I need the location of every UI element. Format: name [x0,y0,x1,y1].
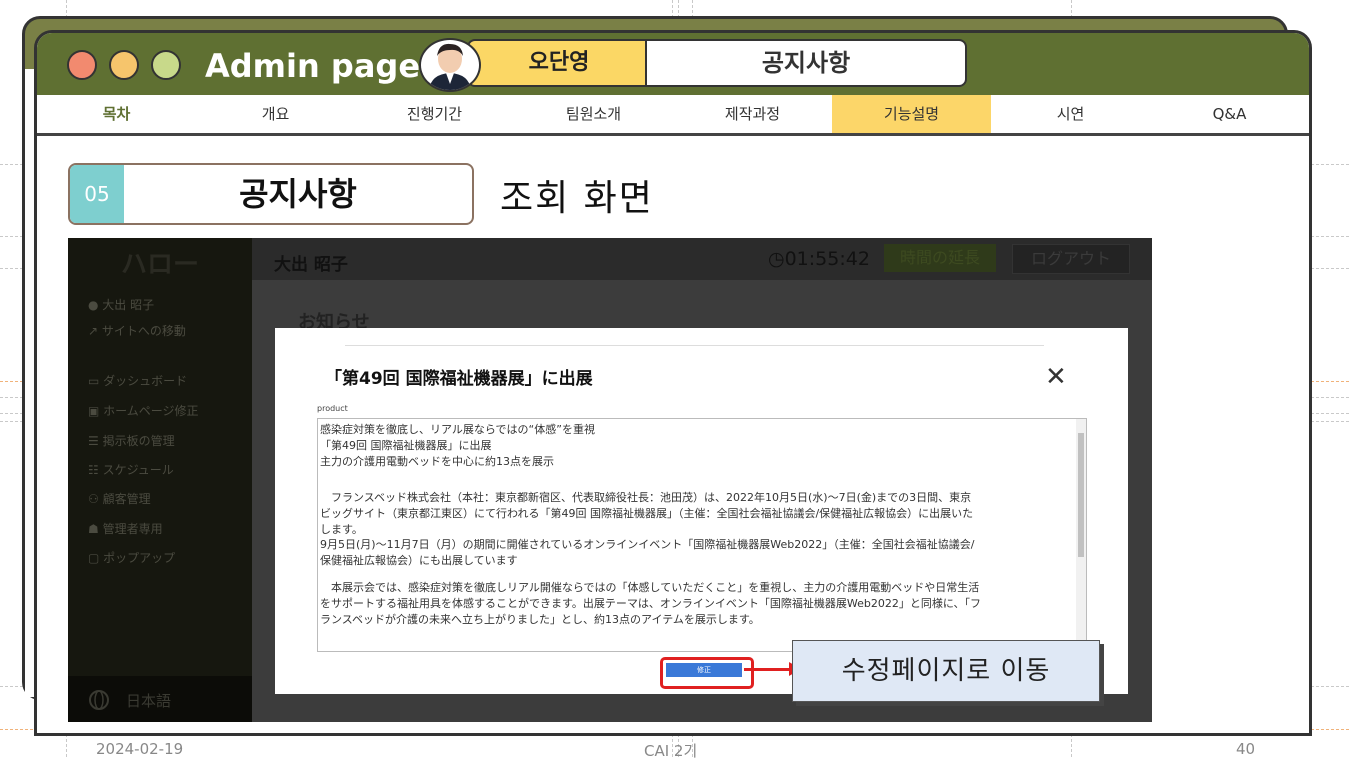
minimize-dot-icon[interactable] [109,50,139,80]
content-line: 「第49回 国際福祉機器展」に出展 [320,439,492,452]
sidebar-item-board[interactable]: ☰ 掲示板の管理 [88,432,175,449]
page-number: 40 [1236,740,1256,758]
sidebar-item-label: スケジュール [102,463,174,477]
content-line: 主力の介護用電動ベッドを中心に約13点を展示 [320,455,554,468]
sidebar-site-link[interactable]: ↗ サイトへの移動 [88,322,186,339]
sidebar-item-schedule[interactable]: ☷ スケジュール [88,461,174,478]
content-line: ビッグサイト（東京都江東区）にて行われる「第49回 国際福祉機器展」（主催：全国… [320,507,974,520]
section-header: 05 공지사항 [68,163,474,225]
presenter-name: 오단영 [467,39,651,87]
arrow-line [744,668,794,671]
nav-item-process[interactable]: 제작과정 [673,95,832,133]
nav-item-overview[interactable]: 개요 [196,95,355,133]
top-bar: 大出 昭子 ◷01:55:42 時間の延長 ログアウト [252,238,1152,280]
sidebar-item-customers[interactable]: ⚇ 顧客管理 [88,490,151,507]
extend-time-button[interactable]: 時間の延長 [884,244,996,272]
sidebar-item-label: ポップアップ [103,551,176,565]
session-timer: ◷01:55:42 [768,248,870,270]
content-line: をサポートする福祉用具を体感することができます。出展テーマは、オンラインイベント… [320,597,982,610]
sidebar-item-label: ダッシュボード [103,374,188,388]
nav-item-contents[interactable]: 목차 [37,95,196,133]
callout-box: 수정페이지로 이동 [792,640,1100,702]
content-line: 保健福祉広報協会）にも出展しています [320,554,518,567]
footer-title: CAI 2기 [644,742,698,760]
content-line: 9月5日(月)～11月7日（月）の期間に開催されているオンラインイベント「国際福… [320,538,975,551]
sidebar-user: ● 大出 昭子 [88,298,155,312]
content-line: します。 [320,523,363,536]
sidebar-item-homepage[interactable]: ▣ ホームページ修正 [88,402,199,419]
timer-value: 01:55:42 [784,248,870,270]
content-line: 本展示会では、感染症対策を徹底しリアル開催ならではの「体感していただくこと」を重… [320,581,980,594]
footer-date: 2024-02-19 [96,740,184,758]
topbar-user: 大出 昭子 [274,255,348,275]
sidebar-item-label: 管理者専用 [102,522,163,536]
sidebar-item-admin[interactable]: ☗ 管理者専用 [88,520,163,537]
current-section-tab: 공지사항 [645,39,967,87]
sidebar-item-label: ホームページ修正 [103,404,199,418]
edit-button-highlight[interactable]: 修正 [660,657,754,689]
divider [345,345,1044,346]
sidebar-item-label: 顧客管理 [102,492,151,506]
navbar: 목차 개요 진행기간 팀원소개 제작과정 기능설명 시연 Q&A [37,95,1309,136]
sidebar-item-dashboard[interactable]: ▭ ダッシュボード [88,372,187,389]
sidebar-site-link-label: サイトへの移動 [101,324,186,338]
sidebar-item-popup[interactable]: ▢ ポップアップ [88,549,175,566]
content-line: ランスベッドが介護の未来へ立ち上がりました」とし、約13点のアイテムを展示します… [320,613,760,626]
content-line: 感染症対策を徹底し、リアル展ならではの“体感”を重視 [320,423,595,436]
language-label: 日本語 [126,692,172,710]
maximize-dot-icon[interactable] [151,50,181,80]
section-number: 05 [70,165,124,223]
section-subtitle: 조회 화면 [500,178,654,219]
nav-item-team[interactable]: 팀원소개 [514,95,673,133]
sidebar: ハロー ● 大出 昭子 ↗ サイトへの移動 ▭ ダッシュボード ▣ ホームページ… [68,238,252,722]
logout-button[interactable]: ログアウト [1012,244,1130,274]
avatar [419,38,481,92]
close-dot-icon[interactable] [67,50,97,80]
product-label: product [317,404,385,419]
edit-button[interactable]: 修正 [666,663,742,677]
app-title: Admin page [205,47,421,85]
content-line: フランスベッド株式会社（本社：東京都新宿区、代表取締役社長：池田茂）は、2022… [320,491,972,504]
modal-title: 「第49回 国際福祉機器展」に出展 [325,369,593,389]
main-window: Admin page 오단영 공지사항 목차 개요 진행기간 팀원소개 제작과정… [34,30,1312,736]
notice-content-textarea[interactable]: 感染症対策を徹底し、リアル展ならではの“体感”を重視 「第49回 国際福祉機器展… [317,418,1087,652]
nav-item-features[interactable]: 기능설명 [832,95,991,133]
close-icon[interactable]: ✕ [1045,364,1067,390]
title-bar: Admin page 오단영 공지사항 [37,33,1309,98]
sidebar-user-name: 大出 昭子 [102,298,155,312]
globe-icon [89,690,109,710]
sidebar-brand: ハロー [120,250,199,280]
sidebar-item-label: 掲示板の管理 [102,434,175,448]
scrollbar[interactable] [1076,419,1086,651]
section-name: 공지사항 [239,175,357,213]
nav-item-demo[interactable]: 시연 [991,95,1150,133]
nav-item-period[interactable]: 진행기간 [355,95,514,133]
nav-item-qna[interactable]: Q&A [1150,95,1309,133]
scrollbar-thumb[interactable] [1078,433,1084,557]
language-selector[interactable]: 日本語 [68,676,252,722]
